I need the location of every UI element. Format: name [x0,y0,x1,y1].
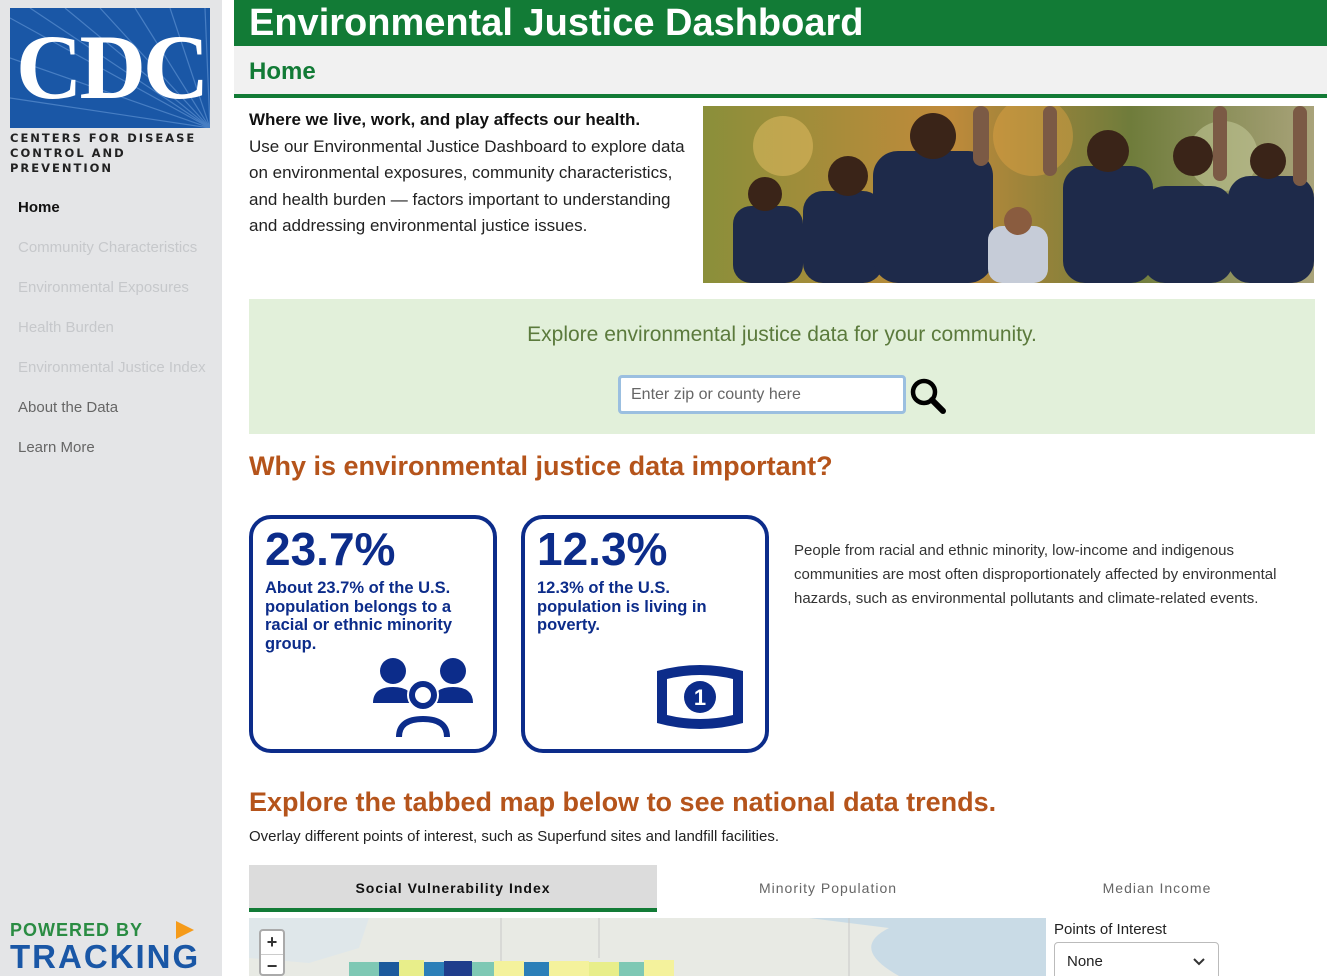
cdc-logo-mark: CDC [10,8,210,128]
cdc-logo[interactable]: CDC Centers for Disease Control and Prev… [10,8,210,175]
cdc-logo-line1: Centers for Disease [10,131,197,145]
cdc-logo-caption: Centers for Disease Control and Preventi… [10,131,210,176]
search-input[interactable] [618,375,906,414]
page-title-bar: Home [234,46,1327,98]
sidebar-item-environmental-justice-index[interactable]: Environmental Justice Index [18,356,208,380]
map-tabs: Social Vulnerability Index Minority Popu… [249,865,1315,912]
sidebar-nav: Home Community Characteristics Environme… [18,196,208,476]
sidebar-item-community-characteristics[interactable]: Community Characteristics [18,236,208,260]
sidebar-item-health-burden[interactable]: Health Burden [18,316,208,340]
page: CDC Centers for Disease Control and Prev… [0,0,1327,976]
map-zoom-control: + − [259,929,285,976]
why-explanation: People from racial and ethnic minority, … [794,542,1277,607]
stat-description: 12.3% of the U.S. population is living i… [537,579,707,634]
svg-text:1: 1 [694,685,706,710]
sidebar-item-about-the-data[interactable]: About the Data [18,396,208,420]
stat-value: 23.7% [265,523,396,575]
sidebar: CDC Centers for Disease Control and Prev… [0,0,222,976]
tab-median-income[interactable]: Median Income [999,865,1315,912]
sidebar-item-environmental-exposures[interactable]: Environmental Exposures [18,276,208,300]
search-icon [910,378,946,414]
points-of-interest-select[interactable]: None [1054,942,1219,976]
tab-social-vulnerability-index[interactable]: Social Vulnerability Index [249,865,657,912]
explore-subheading: Overlay different points of interest, su… [249,828,780,845]
search-prompt: Explore environmental justice data for y… [527,323,1037,346]
powered-by-tracking-logo[interactable]: POWERED BY TRACKING [10,920,205,976]
stat-description: About 23.7% of the U.S. population belon… [265,579,453,653]
arrow-icon [176,921,194,939]
intro-text: Where we live, work, and play affects ou… [249,107,689,240]
stat-card-poverty: 12.3% 12.3% of the U.S. population is li… [521,515,769,753]
hero-photo-illustration [703,106,1314,283]
zoom-out-button[interactable]: − [261,955,283,976]
tab-minority-population[interactable]: Minority Population [657,865,999,912]
intro-body: Use our Environmental Justice Dashboard … [249,136,685,236]
search-button[interactable] [909,377,947,415]
sidebar-item-home[interactable]: Home [18,196,208,220]
intro-lead: Where we live, work, and play affects ou… [249,110,641,129]
cdc-letters: CDC [16,16,209,118]
points-of-interest-label: Points of Interest [1054,921,1167,938]
hero-image [703,106,1314,283]
why-heading: Why is environmental justice data import… [249,451,833,481]
poi-selected-value: None [1067,953,1103,970]
dashboard-title: Environmental Justice Dashboard [249,2,864,44]
stat-card-minority: 23.7% About 23.7% of the U.S. population… [249,515,497,753]
stat-value: 12.3% [537,523,668,575]
sidebar-item-learn-more[interactable]: Learn More [18,436,208,460]
people-group-icon [373,658,473,739]
explore-heading: Explore the tabbed map below to see nati… [249,787,997,817]
dollar-bill-icon: 1 [657,665,743,729]
title-banner: Environmental Justice Dashboard [234,0,1327,46]
search-section: Explore environmental justice data for y… [249,299,1315,434]
zoom-in-button[interactable]: + [261,931,283,955]
cdc-logo-line2: Control and Prevention [10,146,126,175]
chevron-down-icon [1192,943,1206,976]
tracking-text: TRACKING [10,938,201,975]
map-graphic [249,918,1046,976]
national-map[interactable]: + − [249,918,1046,976]
page-title: Home [249,58,316,85]
